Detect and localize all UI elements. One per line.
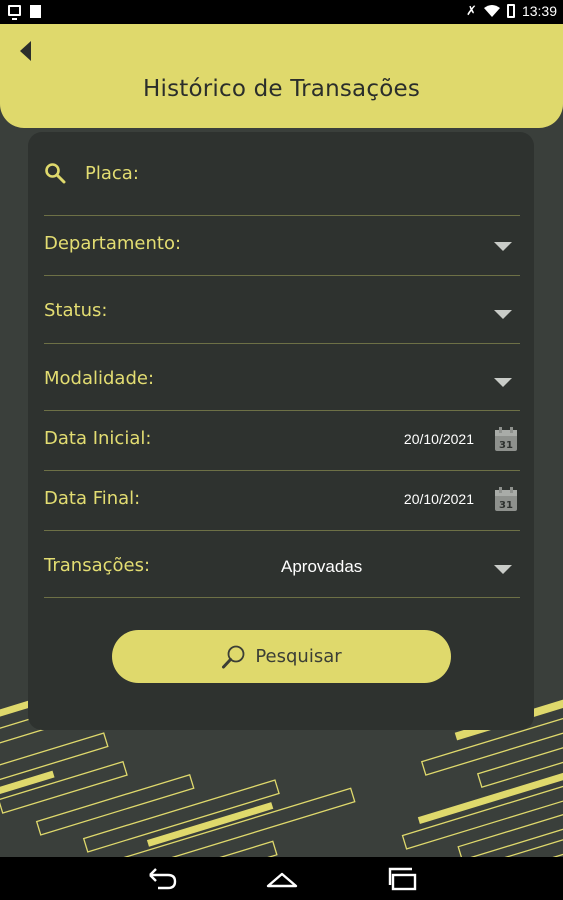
back-arrow-icon[interactable] <box>20 41 31 61</box>
filter-card: Placa: Departamento: Status: Modalidade:… <box>28 132 534 730</box>
transacoes-label: Transações: <box>44 555 151 576</box>
navigation-bar <box>0 857 563 900</box>
divider <box>44 597 520 598</box>
page-title: Histórico de Transações <box>142 76 421 102</box>
svg-text:31: 31 <box>499 500 513 511</box>
search-button-label: Pesquisar <box>255 646 342 667</box>
battery-icon <box>506 4 515 18</box>
modalidade-dropdown[interactable]: Modalidade: <box>44 344 520 411</box>
placa-field[interactable]: Placa: <box>44 132 520 216</box>
nav-recents-icon[interactable] <box>385 866 421 892</box>
status-label: Status: <box>44 300 108 321</box>
departamento-label: Departamento: <box>44 233 182 254</box>
data-final-field[interactable]: Data Final: 20/10/2021 31 <box>44 471 520 531</box>
data-final-label: Data Final: <box>44 488 141 509</box>
status-time: 13:39 <box>521 3 557 19</box>
data-final-value[interactable]: 20/10/2021 <box>404 491 474 507</box>
status-dropdown[interactable]: Status: <box>44 276 520 344</box>
app-header: Histórico de Transações <box>0 24 563 128</box>
modalidade-label: Modalidade: <box>44 368 155 389</box>
transacoes-selected-value[interactable]: Aprovadas <box>281 557 362 577</box>
bluetooth-off-icon: ✗ <box>466 3 477 18</box>
wifi-icon <box>483 4 500 17</box>
status-bar: ✗ 13:39 <box>0 0 563 24</box>
nav-back-icon[interactable] <box>144 866 180 892</box>
data-inicial-label: Data Inicial: <box>44 428 152 449</box>
screenshot-notification-icon <box>8 5 21 20</box>
transacoes-dropdown[interactable]: Transações: Aprovadas <box>44 531 520 598</box>
chevron-down-icon[interactable] <box>494 378 512 387</box>
data-inicial-value[interactable]: 20/10/2021 <box>404 431 474 447</box>
data-inicial-field[interactable]: Data Inicial: 20/10/2021 31 <box>44 411 520 471</box>
nav-home-icon[interactable] <box>264 866 300 892</box>
chevron-down-icon[interactable] <box>494 565 512 574</box>
calendar-icon[interactable]: 31 <box>494 426 518 452</box>
document-notification-icon <box>30 5 41 18</box>
search-icon <box>45 163 66 184</box>
chevron-down-icon[interactable] <box>494 310 512 319</box>
search-button[interactable]: Pesquisar <box>112 630 451 683</box>
placa-label: Placa: <box>85 163 139 184</box>
chevron-down-icon[interactable] <box>494 242 512 251</box>
departamento-dropdown[interactable]: Departamento: <box>44 216 520 276</box>
calendar-icon[interactable]: 31 <box>494 486 518 512</box>
magnifier-icon <box>222 645 245 668</box>
svg-text:31: 31 <box>499 440 513 451</box>
